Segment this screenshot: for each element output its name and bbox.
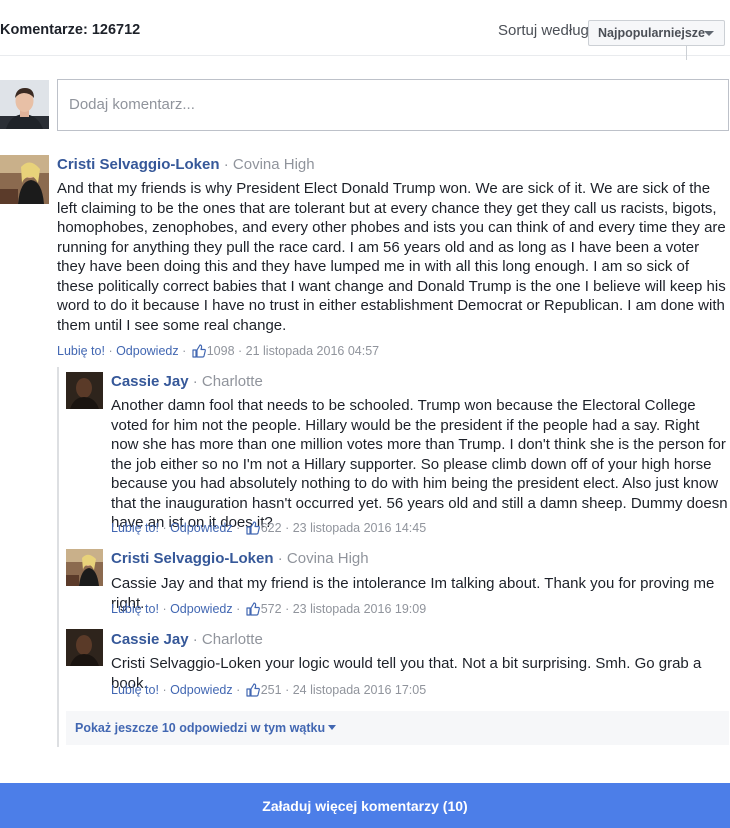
reply-header: Cristi Selvaggio-Loken · Covina High bbox=[111, 550, 369, 567]
caret-down-icon bbox=[328, 725, 337, 730]
comment-actions: Lubię to! · Odpowiedz · 1098 · 21 listop… bbox=[57, 344, 380, 358]
avatar[interactable] bbox=[0, 155, 49, 204]
reply-link[interactable]: Odpowiedz bbox=[116, 344, 179, 358]
thumbs-up-icon bbox=[246, 602, 260, 616]
reply-date-link[interactable]: 23 listopada 2016 14:45 bbox=[293, 521, 426, 535]
like-count: 572 bbox=[260, 602, 282, 616]
like-link[interactable]: Lubię to! bbox=[111, 602, 159, 616]
avatar[interactable] bbox=[66, 629, 103, 666]
like-count: 1098 bbox=[206, 344, 235, 358]
author-affiliation: Covina High bbox=[232, 156, 315, 173]
reply-text: Another damn fool that needs to be schoo… bbox=[111, 397, 728, 531]
sort-label: Sortuj według bbox=[498, 22, 589, 39]
author-affiliation: Covina High bbox=[286, 550, 369, 567]
avatar[interactable] bbox=[66, 549, 103, 586]
like-count: 251 bbox=[260, 683, 282, 697]
author-name-link[interactable]: Cristi Selvaggio-Loken bbox=[111, 550, 274, 567]
thumbs-up-icon bbox=[246, 683, 260, 697]
author-name-link[interactable]: Cassie Jay bbox=[111, 373, 189, 390]
author-name-link[interactable]: Cassie Jay bbox=[111, 631, 189, 648]
comment-date-link[interactable]: 21 listopada 2016 04:57 bbox=[246, 344, 379, 358]
like-link[interactable]: Lubię to! bbox=[111, 521, 159, 535]
author-name-link[interactable]: Cristi Selvaggio-Loken bbox=[57, 156, 220, 173]
caret-down-icon bbox=[704, 31, 714, 36]
show-more-replies-button[interactable]: Pokaż jeszcze 10 odpowiedzi w tym wątku bbox=[66, 711, 729, 745]
load-more-comments-button[interactable]: Załaduj więcej komentarzy (10) bbox=[0, 783, 730, 828]
add-comment-input[interactable]: Dodaj komentarz... bbox=[57, 79, 729, 131]
thumbs-up-icon bbox=[246, 521, 260, 535]
reply-actions: Lubię to! · Odpowiedz · 251 · 24 listopa… bbox=[111, 683, 427, 697]
reply-link[interactable]: Odpowiedz bbox=[170, 602, 233, 616]
reply-link[interactable]: Odpowiedz bbox=[170, 683, 233, 697]
sort-value: Najpopularniejsze bbox=[598, 26, 705, 40]
comments-header: Komentarze: 126712 Sortuj według Najpopu… bbox=[0, 0, 730, 60]
reply-header: Cassie Jay · Charlotte bbox=[111, 631, 263, 648]
reply-date-link[interactable]: 24 listopada 2016 17:05 bbox=[293, 683, 426, 697]
reply-link[interactable]: Odpowiedz bbox=[170, 521, 233, 535]
comment-header: Cristi Selvaggio-Loken · Covina High bbox=[57, 156, 315, 173]
reply-date-link[interactable]: 23 listopada 2016 19:09 bbox=[293, 602, 426, 616]
avatar[interactable] bbox=[66, 372, 103, 409]
current-user-avatar bbox=[0, 80, 49, 129]
like-link[interactable]: Lubię to! bbox=[111, 683, 159, 697]
reply-actions: Lubię to! · Odpowiedz · 572 · 23 listopa… bbox=[111, 602, 427, 616]
author-affiliation: Charlotte bbox=[201, 373, 263, 390]
comment-text: And that my friends is why President Ele… bbox=[57, 180, 726, 334]
thread-line bbox=[57, 367, 59, 747]
like-count: 622 bbox=[260, 521, 282, 535]
reply-actions: Lubię to! · Odpowiedz · 622 · 23 listopa… bbox=[111, 521, 427, 535]
like-link[interactable]: Lubię to! bbox=[57, 344, 105, 358]
sort-dropdown[interactable]: Najpopularniejsze bbox=[588, 20, 725, 46]
comment-count: Komentarze: 126712 bbox=[0, 22, 141, 38]
reply-header: Cassie Jay · Charlotte bbox=[111, 373, 263, 390]
author-affiliation: Charlotte bbox=[201, 631, 263, 648]
thumbs-up-icon bbox=[192, 344, 206, 358]
show-more-replies-label: Pokaż jeszcze 10 odpowiedzi w tym wątku bbox=[75, 721, 326, 735]
divider bbox=[686, 46, 687, 60]
